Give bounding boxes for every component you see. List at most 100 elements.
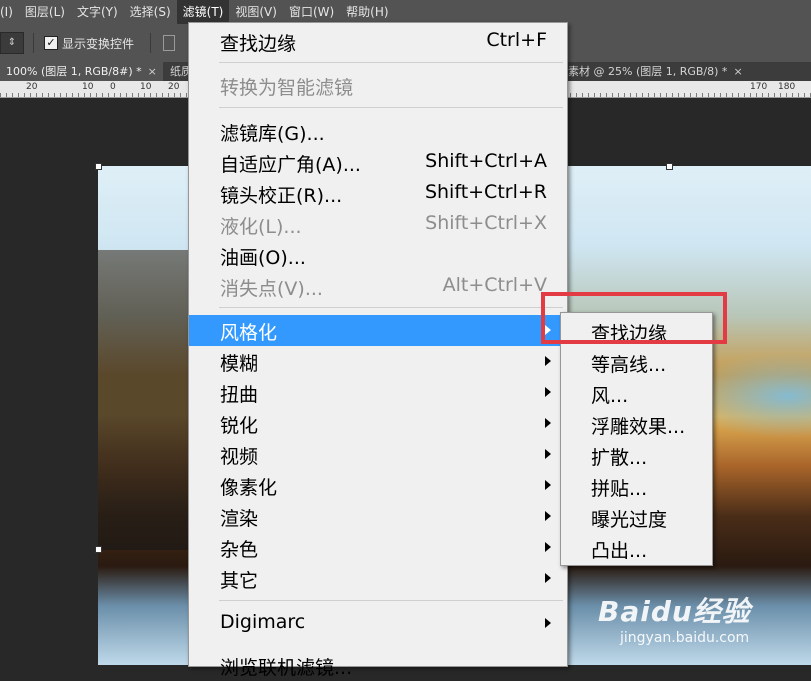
submenu-item-label: 等高线...: [591, 354, 667, 376]
submenu-arrow-icon: [545, 511, 551, 521]
menu-divider: [219, 307, 563, 308]
submenu-arrow-icon: [545, 542, 551, 552]
tab-label: 100% (图层 1, RGB/8#) *: [6, 65, 142, 78]
menu-filter[interactable]: 滤镜(T): [176, 0, 230, 24]
menu-item-shortcut: Ctrl+F: [486, 29, 547, 51]
ruler-label: 20: [168, 82, 180, 92]
submenu-arrow-icon: [545, 573, 551, 583]
submenu-item-extrude[interactable]: 凸出...: [561, 532, 712, 563]
menu-item-noise[interactable]: 杂色: [189, 532, 567, 563]
menu-item-label: 镜头校正(R)...: [220, 185, 343, 207]
ruler-label: 10: [140, 82, 152, 92]
ruler-label: 20: [26, 82, 38, 92]
show-transform-controls-label: 显示变换控件: [62, 37, 135, 51]
menu-item-label: 模糊: [220, 353, 259, 375]
submenu-item-label: 凸出...: [591, 540, 648, 562]
menu-item-stylize[interactable]: 风格化: [189, 315, 567, 346]
menu-select[interactable]: 选择(S): [124, 0, 177, 24]
submenu-arrow-icon: [545, 418, 551, 428]
menu-item-shortcut: Alt+Ctrl+V: [442, 274, 547, 296]
menu-item-convert-smart-filter: 转换为智能滤镜: [189, 70, 567, 101]
tab-document-1[interactable]: 100% (图层 1, RGB/8#) * ×: [0, 62, 163, 81]
submenu-item-wind[interactable]: 风...: [561, 377, 712, 408]
menu-item-vanishing-point: 消失点(V)... Alt+Ctrl+V: [189, 271, 567, 302]
baidu-jingyan-logo: Baidu经验: [598, 595, 751, 628]
submenu-arrow-icon: [545, 356, 551, 366]
menu-item-distort[interactable]: 扭曲: [189, 377, 567, 408]
menu-item-label: 渲染: [220, 508, 259, 530]
submenu-item-label: 扩散...: [591, 447, 648, 469]
ruler-label: 170: [750, 82, 768, 92]
submenu-arrow-icon: [545, 618, 551, 628]
annotation-highlight-box: [541, 292, 727, 344]
menu-item-filter-gallery[interactable]: 滤镜库(G)...: [189, 116, 567, 147]
menu-item-label: 像素化: [220, 477, 278, 499]
divider: [33, 33, 34, 53]
menu-item-render[interactable]: 渲染: [189, 501, 567, 532]
menu-item-label: 杂色: [220, 539, 259, 561]
submenu-item-solarize[interactable]: 曝光过度: [561, 501, 712, 532]
menu-item-digimarc[interactable]: Digimarc: [189, 608, 567, 639]
ruler-label: 0: [110, 82, 116, 92]
watermark-url: jingyan.baidu.com: [620, 630, 750, 646]
menu-item-browse-online-filters[interactable]: 浏览联机滤镜...: [189, 650, 567, 681]
menu-item-shortcut: Shift+Ctrl+A: [425, 150, 547, 172]
menu-item-label: 滤镜库(G)...: [220, 123, 325, 145]
menu-help[interactable]: 帮助(H): [340, 0, 394, 24]
ruler-label: 180: [778, 82, 796, 92]
ruler-label: 10: [82, 82, 94, 92]
menu-view[interactable]: 视图(V): [229, 0, 283, 24]
submenu-arrow-icon: [545, 480, 551, 490]
submenu-item-tiles[interactable]: 拼贴...: [561, 470, 712, 501]
menu-item-sharpen[interactable]: 锐化: [189, 408, 567, 439]
menu-item-pixelate[interactable]: 像素化: [189, 470, 567, 501]
menu-type[interactable]: 文字(Y): [71, 0, 124, 24]
menu-divider: [219, 600, 563, 601]
submenu-item-label: 曝光过度: [591, 509, 668, 531]
submenu-item-diffuse[interactable]: 扩散...: [561, 439, 712, 470]
menu-item-label: 风格化: [220, 322, 278, 344]
spinner-arrows-icon[interactable]: ⇕: [0, 32, 24, 54]
menu-layer[interactable]: 图层(L): [19, 0, 71, 24]
transform-handle[interactable]: [666, 163, 673, 170]
menu-item-lens-correction[interactable]: 镜头校正(R)... Shift+Ctrl+R: [189, 178, 567, 209]
menu-item-adaptive-wide-angle[interactable]: 自适应广角(A)... Shift+Ctrl+A: [189, 147, 567, 178]
filter-menu: 查找边缘 Ctrl+F 转换为智能滤镜 滤镜库(G)... 自适应广角(A)..…: [188, 22, 568, 679]
menu-item-last-filter[interactable]: 查找边缘 Ctrl+F: [189, 26, 567, 57]
transform-handle[interactable]: [95, 163, 102, 170]
menu-item-label: 查找边缘: [220, 33, 297, 55]
menu-item-label: 扭曲: [220, 384, 259, 406]
menu-item-blur[interactable]: 模糊: [189, 346, 567, 377]
menu-item-label: 浏览联机滤镜...: [220, 657, 353, 679]
submenu-item-emboss[interactable]: 浮雕效果...: [561, 408, 712, 439]
menu-item-liquify: 液化(L)... Shift+Ctrl+X: [189, 209, 567, 240]
menu-item-label: 其它: [220, 570, 259, 592]
menu-item-label: 自适应广角(A)...: [220, 154, 361, 176]
submenu-item-label: 浮雕效果...: [591, 416, 686, 438]
menu-item-shortcut: Shift+Ctrl+R: [424, 181, 547, 203]
submenu-item-label: 拼贴...: [591, 478, 648, 500]
menu-item-label: 液化(L)...: [220, 216, 302, 238]
menu-item-label: 消失点(V)...: [220, 278, 323, 300]
submenu-arrow-icon: [545, 387, 551, 397]
divider: [150, 33, 151, 53]
menu-item-other[interactable]: 其它: [189, 563, 567, 594]
tab-document-3[interactable]: 素材 @ 25% (图层 1, RGB/8) * ×: [562, 62, 749, 81]
menu-divider: [219, 62, 563, 63]
close-icon[interactable]: ×: [148, 65, 157, 78]
menu-window[interactable]: 窗口(W): [283, 0, 340, 24]
menu-item-oil-paint[interactable]: 油画(O)...: [189, 240, 567, 271]
submenu-arrow-icon: [545, 449, 551, 459]
menu-item-label: 锐化: [220, 415, 259, 437]
close-icon[interactable]: ×: [733, 65, 742, 78]
menu-divider: [219, 107, 563, 108]
show-transform-controls-checkbox[interactable]: ✓: [44, 36, 58, 50]
submenu-item-contour[interactable]: 等高线...: [561, 346, 712, 377]
menu-item-label: 油画(O)...: [220, 247, 306, 269]
align-icon[interactable]: [163, 35, 175, 51]
menu-item-video[interactable]: 视频: [189, 439, 567, 470]
menu-image[interactable]: (I): [0, 0, 19, 24]
menu-item-label: Digimarc: [220, 611, 306, 633]
transform-handle[interactable]: [95, 546, 102, 553]
menu-item-label: 转换为智能滤镜: [220, 77, 354, 99]
